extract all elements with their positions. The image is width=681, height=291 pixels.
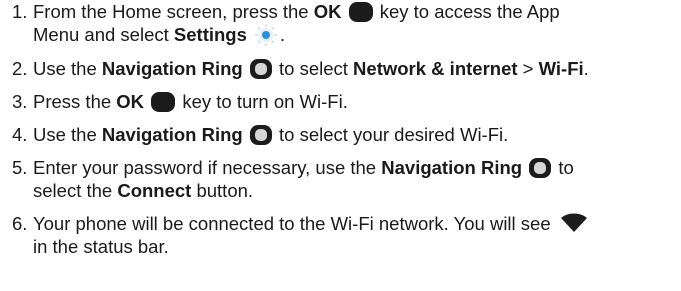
step-number: 3.	[12, 91, 28, 112]
ok-key-label: OK	[313, 1, 342, 22]
ok-key-label: OK	[116, 91, 145, 112]
wifi-signal-icon	[560, 213, 587, 232]
step-text: Use the	[33, 124, 102, 145]
instruction-list: 1. From the Home screen, press the OK ke…	[0, 0, 681, 268]
step-line: select the Connect button.	[33, 179, 681, 202]
step-5: 5. Enter your password if necessary, use…	[0, 156, 681, 202]
step-number: 2.	[12, 58, 28, 79]
step-line: Use the Navigation Ring to select your d…	[33, 123, 681, 146]
step-text: Use the	[33, 58, 102, 79]
ok-key-icon	[151, 92, 176, 112]
step-4: 4. Use the Navigation Ring to select you…	[0, 123, 681, 146]
step-text: in the status bar.	[33, 236, 169, 257]
step-text: >	[517, 58, 539, 79]
step-line: From the Home screen, press the OK key t…	[33, 0, 681, 23]
step-text: to select	[273, 58, 354, 79]
step-text: to select your desired Wi-Fi.	[273, 124, 509, 145]
step-3: 3. Press the OK key to turn on Wi-Fi.	[0, 90, 681, 113]
step-number: 4.	[12, 124, 28, 145]
step-number: 5.	[12, 157, 28, 178]
navigation-ring-label: Navigation Ring	[101, 58, 243, 79]
step-text: key to access the App	[374, 1, 560, 22]
step-text: button.	[191, 180, 254, 201]
step-text: select the	[33, 180, 118, 201]
step-text: Menu and select	[33, 24, 174, 45]
step-6: 6. Your phone will be connected to the W…	[0, 212, 681, 258]
settings-label: Settings	[173, 24, 247, 45]
step-text: From the Home screen, press the	[33, 1, 314, 22]
step-text: Your phone will be connected to the Wi-F…	[33, 213, 551, 234]
step-text: key to turn on Wi-Fi.	[177, 91, 348, 112]
step-1: 1. From the Home screen, press the OK ke…	[0, 0, 681, 47]
step-text: Press the	[33, 91, 117, 112]
step-text: Enter your password if necessary, use th…	[33, 157, 382, 178]
step-2: 2. Use the Navigation Ring to select Net…	[0, 57, 681, 80]
connect-label: Connect	[117, 180, 192, 201]
step-line: in the status bar.	[33, 235, 681, 258]
step-text: to	[553, 157, 574, 178]
step-line: Your phone will be connected to the Wi-F…	[33, 212, 681, 235]
network-internet-label: Network & internet	[353, 58, 518, 79]
step-line: Enter your password if necessary, use th…	[33, 156, 681, 179]
wifi-label: Wi-Fi	[538, 58, 584, 79]
settings-gear-icon	[255, 24, 277, 46]
navigation-ring-label: Navigation Ring	[381, 157, 523, 178]
step-line: Use the Navigation Ring to select Networ…	[33, 57, 681, 80]
navigation-ring-label: Navigation Ring	[101, 124, 243, 145]
step-number: 6.	[12, 213, 28, 234]
step-line: Press the OK key to turn on Wi-Fi.	[33, 90, 681, 113]
step-number: 1.	[12, 1, 28, 22]
navigation-ring-icon	[249, 59, 272, 79]
step-text: .	[280, 24, 286, 45]
navigation-ring-icon	[529, 158, 552, 178]
navigation-ring-icon	[249, 125, 272, 145]
ok-key-icon	[348, 2, 373, 22]
step-text: .	[583, 58, 589, 79]
step-line: Menu and select Settings .	[33, 23, 681, 47]
